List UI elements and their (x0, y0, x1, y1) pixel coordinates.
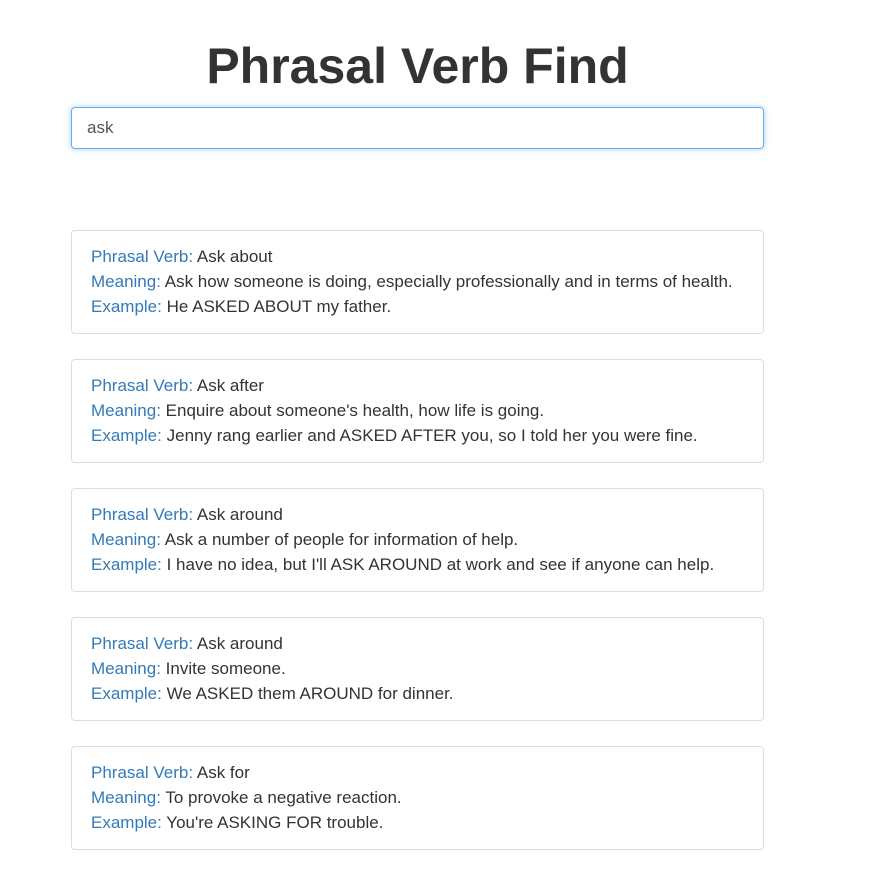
example-label: Example: (91, 813, 162, 832)
meaning-row: Meaning: Ask how someone is doing, espec… (91, 269, 744, 294)
phrasal-verb-value: Ask around (196, 505, 283, 524)
result-card: Phrasal Verb: Ask around Meaning: Ask a … (71, 488, 764, 592)
phrasal-verb-row: Phrasal Verb: Ask about (91, 244, 744, 269)
meaning-row: Meaning: Invite someone. (91, 656, 744, 681)
phrasal-verb-value: Ask about (196, 247, 273, 266)
meaning-label: Meaning: (91, 788, 161, 807)
page-title: Phrasal Verb Find (206, 38, 629, 94)
phrasal-verb-row: Phrasal Verb: Ask after (91, 373, 744, 398)
example-row: Example: We ASKED them AROUND for dinner… (91, 681, 744, 706)
example-row: Example: Jenny rang earlier and ASKED AF… (91, 423, 744, 448)
phrasal-verb-label: Phrasal Verb: (91, 247, 194, 266)
meaning-row: Meaning: Enquire about someone's health,… (91, 398, 744, 423)
phrasal-verb-row: Phrasal Verb: Ask for (91, 760, 744, 785)
results-list: Phrasal Verb: Ask about Meaning: Ask how… (71, 230, 764, 875)
meaning-value: Ask a number of people for information o… (164, 530, 519, 549)
result-card: Phrasal Verb: Ask after Meaning: Enquire… (71, 359, 764, 463)
result-card: Phrasal Verb: Ask around Meaning: Invite… (71, 617, 764, 721)
example-value: We ASKED them AROUND for dinner. (166, 684, 454, 703)
phrasal-verb-label: Phrasal Verb: (91, 376, 194, 395)
search-input[interactable] (71, 107, 764, 149)
meaning-value: Enquire about someone's health, how life… (165, 401, 545, 420)
meaning-value: Invite someone. (165, 659, 286, 678)
phrasal-verb-row: Phrasal Verb: Ask around (91, 631, 744, 656)
phrasal-verb-label: Phrasal Verb: (91, 634, 194, 653)
example-value: I have no idea, but I'll ASK AROUND at w… (166, 555, 715, 574)
meaning-label: Meaning: (91, 401, 161, 420)
phrasal-verb-value: Ask for (196, 763, 250, 782)
meaning-row: Meaning: To provoke a negative reaction. (91, 785, 744, 810)
example-label: Example: (91, 684, 162, 703)
phrasal-verb-label: Phrasal Verb: (91, 505, 194, 524)
meaning-row: Meaning: Ask a number of people for info… (91, 527, 744, 552)
meaning-label: Meaning: (91, 659, 161, 678)
example-value: He ASKED ABOUT my father. (166, 297, 392, 316)
example-label: Example: (91, 426, 162, 445)
phrasal-verb-value: Ask after (196, 376, 264, 395)
phrasal-verb-label: Phrasal Verb: (91, 763, 194, 782)
result-card: Phrasal Verb: Ask for Meaning: To provok… (71, 746, 764, 850)
page: Phrasal Verb Find Phrasal Verb: Ask abou… (0, 0, 889, 890)
meaning-value: To provoke a negative reaction. (165, 788, 402, 807)
meaning-value: Ask how someone is doing, especially pro… (164, 272, 733, 291)
example-row: Example: He ASKED ABOUT my father. (91, 294, 744, 319)
example-value: You're ASKING FOR trouble. (166, 813, 384, 832)
result-card: Phrasal Verb: Ask about Meaning: Ask how… (71, 230, 764, 334)
example-value: Jenny rang earlier and ASKED AFTER you, … (166, 426, 698, 445)
example-row: Example: I have no idea, but I'll ASK AR… (91, 552, 744, 577)
meaning-label: Meaning: (91, 272, 161, 291)
phrasal-verb-row: Phrasal Verb: Ask around (91, 502, 744, 527)
phrasal-verb-value: Ask around (196, 634, 283, 653)
example-label: Example: (91, 297, 162, 316)
example-label: Example: (91, 555, 162, 574)
example-row: Example: You're ASKING FOR trouble. (91, 810, 744, 835)
meaning-label: Meaning: (91, 530, 161, 549)
